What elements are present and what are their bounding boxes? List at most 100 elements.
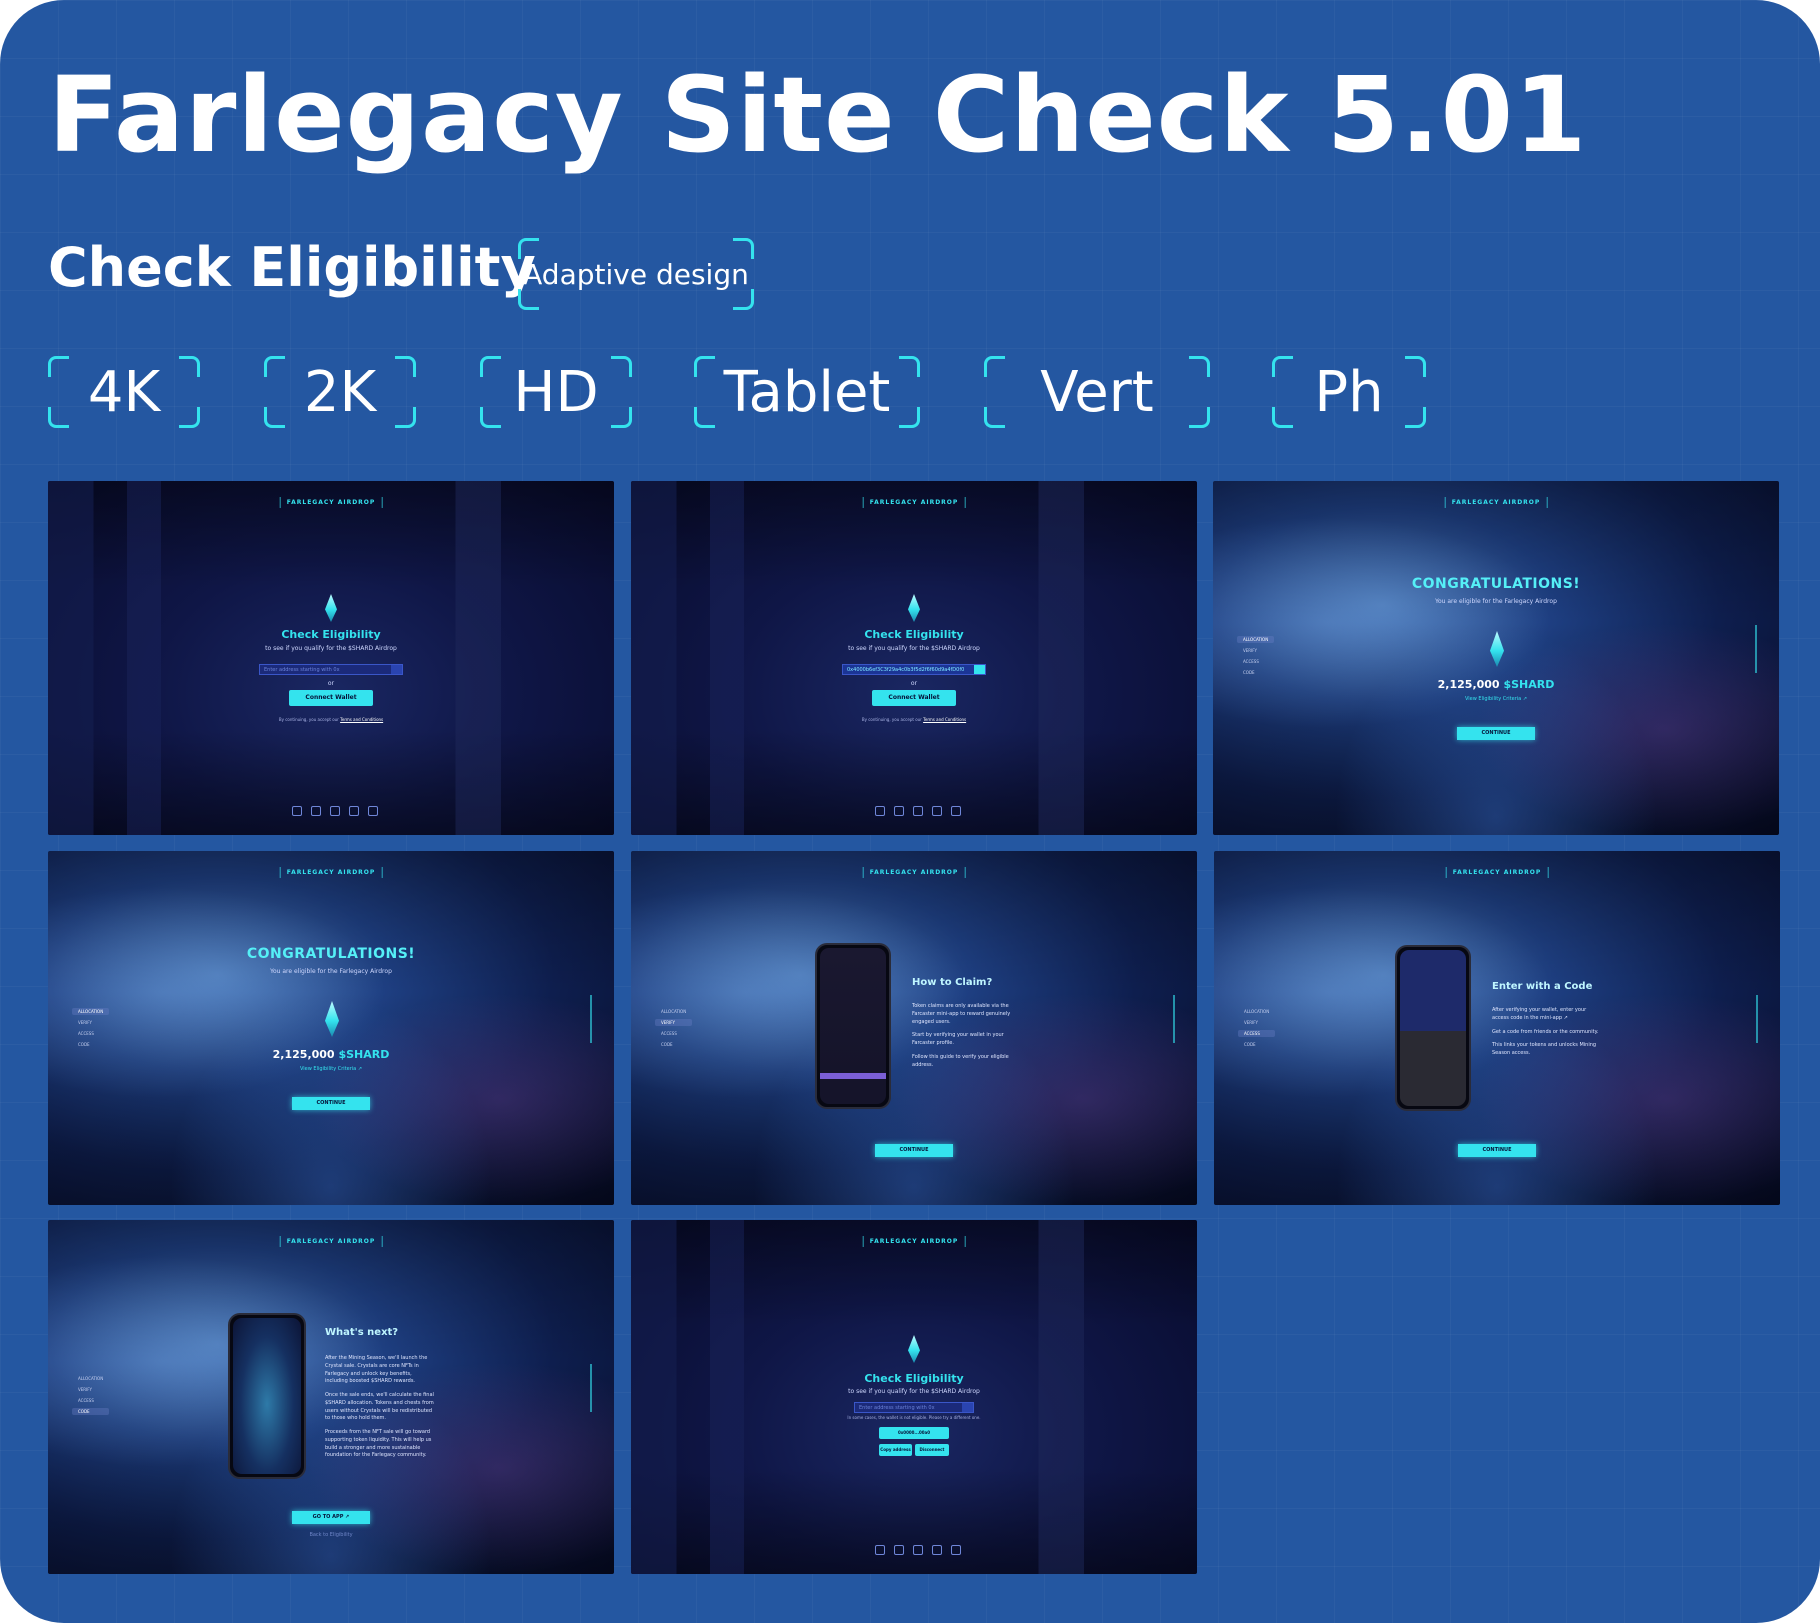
breakpoint-label: Ph — [1314, 359, 1384, 425]
check-subtitle: to see if you qualify for the $SHARD Air… — [265, 645, 397, 652]
step-code[interactable]: CODE — [72, 1408, 110, 1415]
screen-congratulations-vert: FARLEGACY AIRDROP CONGRATULATIONS! You a… — [48, 851, 614, 1205]
step-allocation[interactable]: ALLOCATION — [1237, 636, 1275, 643]
farcaster-icon[interactable] — [330, 806, 340, 816]
congrats-title: CONGRATULATIONS! — [246, 946, 416, 962]
code-title: Enter with a Code — [1492, 981, 1593, 992]
disconnect-button[interactable]: Disconnect — [915, 1444, 949, 1456]
address-input[interactable]: Enter address starting with 0x — [259, 664, 403, 675]
screen-check-eligibility-filled: FARLEGACY AIRDROP Check Eligibility to s… — [631, 481, 1197, 835]
scroll-rail[interactable] — [1755, 625, 1757, 673]
address-input[interactable]: 0x4000b6ef3C3f29a4c0b3f5d2f6f60d9a4fD0f0 — [842, 664, 986, 675]
discord-icon[interactable] — [932, 806, 942, 816]
address-input[interactable]: Enter address starting with 0x — [854, 1402, 974, 1413]
step-access[interactable]: ACCESS — [72, 1030, 109, 1037]
scroll-rail[interactable] — [1756, 995, 1758, 1043]
back-to-eligibility-link[interactable]: Back to Eligibility — [48, 1532, 614, 1538]
terms-link[interactable]: Terms and Conditions — [923, 717, 966, 722]
scroll-rail[interactable] — [1173, 995, 1175, 1043]
farlegacy-logo: FARLEGACY AIRDROP — [1444, 497, 1548, 508]
step-allocation[interactable]: ALLOCATION — [72, 1375, 109, 1382]
farcaster-icon[interactable] — [913, 1545, 923, 1555]
step-access[interactable]: ACCESS — [655, 1030, 692, 1037]
farlegacy-logo: FARLEGACY AIRDROP — [862, 1236, 966, 1247]
continue-button[interactable]: CONTINUE — [1458, 1144, 1536, 1157]
breakpoint-chip-tablet[interactable]: Tablet — [694, 356, 920, 428]
breakpoint-chip-hd[interactable]: HD — [480, 356, 632, 428]
screen-check-eligibility-wallet: FARLEGACY AIRDROP Check Eligibility to s… — [631, 1220, 1197, 1574]
step-access[interactable]: ACCESS — [1237, 658, 1274, 665]
step-verify[interactable]: VERIFY — [72, 1386, 109, 1393]
continue-button[interactable]: CONTINUE — [875, 1144, 953, 1157]
connect-wallet-button[interactable]: Connect Wallet — [872, 690, 956, 706]
breakpoint-chip-vert[interactable]: Vert — [984, 356, 1210, 428]
terms-note: By continuing, you accept our Terms and … — [861, 717, 967, 722]
submit-arrow-icon[interactable] — [391, 665, 402, 674]
crystal-icon — [908, 1335, 920, 1363]
step-access[interactable]: ACCESS — [72, 1397, 109, 1404]
step-verify[interactable]: VERIFY — [1237, 647, 1274, 654]
breakpoint-chip-ph[interactable]: Ph — [1272, 356, 1426, 428]
copy-address-button[interactable]: Copy address — [879, 1444, 912, 1456]
farcaster-icon[interactable] — [913, 806, 923, 816]
progress-sidebar: ALLOCATION VERIFY ACCESS CODE — [1237, 636, 1275, 676]
wallet-address-button[interactable]: 0x0000...00a0 — [879, 1427, 949, 1439]
globe-icon[interactable] — [292, 806, 302, 816]
next-title: What's next? — [325, 1327, 399, 1338]
step-code[interactable]: CODE — [655, 1041, 692, 1048]
allocation-amount: 2,125,000 $SHARD — [1437, 678, 1555, 691]
breakpoint-chip-2k[interactable]: 2K — [264, 356, 416, 428]
continue-button[interactable]: CONTINUE — [1457, 727, 1535, 740]
adaptive-design-label: Adaptive design — [523, 257, 749, 291]
docs-icon[interactable] — [951, 1545, 961, 1555]
step-verify[interactable]: VERIFY — [1238, 1019, 1275, 1026]
x-icon[interactable] — [311, 806, 321, 816]
farlegacy-logo: FARLEGACY AIRDROP — [862, 497, 966, 508]
breakpoint-chip-4k[interactable]: 4K — [48, 356, 200, 428]
docs-icon[interactable] — [368, 806, 378, 816]
scroll-rail[interactable] — [590, 995, 592, 1043]
section-subtitle: Check Eligibility — [48, 236, 536, 299]
step-code[interactable]: CODE — [1237, 669, 1274, 676]
terms-link[interactable]: Terms and Conditions — [340, 717, 383, 722]
step-allocation[interactable]: ALLOCATION — [655, 1008, 692, 1015]
wallet-hint: In some cases, the wallet is not eligibl… — [847, 1415, 981, 1420]
connect-wallet-button[interactable]: Connect Wallet — [289, 690, 373, 706]
view-criteria-link[interactable]: View Eligibility Criteria ↗ — [1213, 696, 1779, 702]
step-verify[interactable]: VERIFY — [655, 1019, 693, 1026]
x-icon[interactable] — [894, 1545, 904, 1555]
step-verify[interactable]: VERIFY — [72, 1019, 109, 1026]
congrats-title: CONGRATULATIONS! — [1411, 576, 1581, 592]
step-access[interactable]: ACCESS — [1238, 1030, 1276, 1037]
step-code[interactable]: CODE — [1238, 1041, 1275, 1048]
x-icon[interactable] — [894, 806, 904, 816]
crystal-icon — [325, 1001, 339, 1037]
globe-icon[interactable] — [875, 806, 885, 816]
discord-icon[interactable] — [349, 806, 359, 816]
step-allocation[interactable]: ALLOCATION — [1238, 1008, 1275, 1015]
globe-icon[interactable] — [875, 1545, 885, 1555]
go-to-app-button[interactable]: GO TO APP ↗ — [292, 1511, 370, 1524]
farlegacy-logo: FARLEGACY AIRDROP — [279, 867, 383, 878]
scroll-rail[interactable] — [590, 1364, 592, 1412]
screen-whats-next: FARLEGACY AIRDROP ALLOCATION VERIFY ACCE… — [48, 1220, 614, 1574]
presentation-board: Farlegacy Site Check 5.01 Check Eligibil… — [0, 0, 1820, 1623]
docs-icon[interactable] — [951, 806, 961, 816]
adaptive-design-tag: Adaptive design — [518, 238, 754, 310]
step-code[interactable]: CODE — [72, 1041, 109, 1048]
submit-arrow-icon[interactable] — [974, 665, 985, 674]
breakpoint-label: 4K — [87, 359, 161, 425]
terms-note: By continuing, you accept our Terms and … — [278, 717, 384, 722]
continue-button[interactable]: CONTINUE — [292, 1097, 370, 1110]
crystal-icon — [1490, 631, 1504, 667]
eligible-text: You are eligible for the Farlegacy Airdr… — [270, 968, 392, 975]
or-divider: or — [327, 680, 335, 687]
farlegacy-logo: FARLEGACY AIRDROP — [862, 867, 966, 878]
discord-icon[interactable] — [932, 1545, 942, 1555]
submit-arrow-icon[interactable] — [962, 1403, 973, 1412]
breakpoint-label: 2K — [303, 359, 377, 425]
step-allocation[interactable]: ALLOCATION — [72, 1008, 110, 1015]
view-criteria-link[interactable]: View Eligibility Criteria ↗ — [48, 1066, 614, 1072]
progress-sidebar: ALLOCATION VERIFY ACCESS CODE — [655, 1008, 693, 1048]
screen-enter-code: FARLEGACY AIRDROP ALLOCATION VERIFY ACCE… — [1214, 851, 1780, 1205]
